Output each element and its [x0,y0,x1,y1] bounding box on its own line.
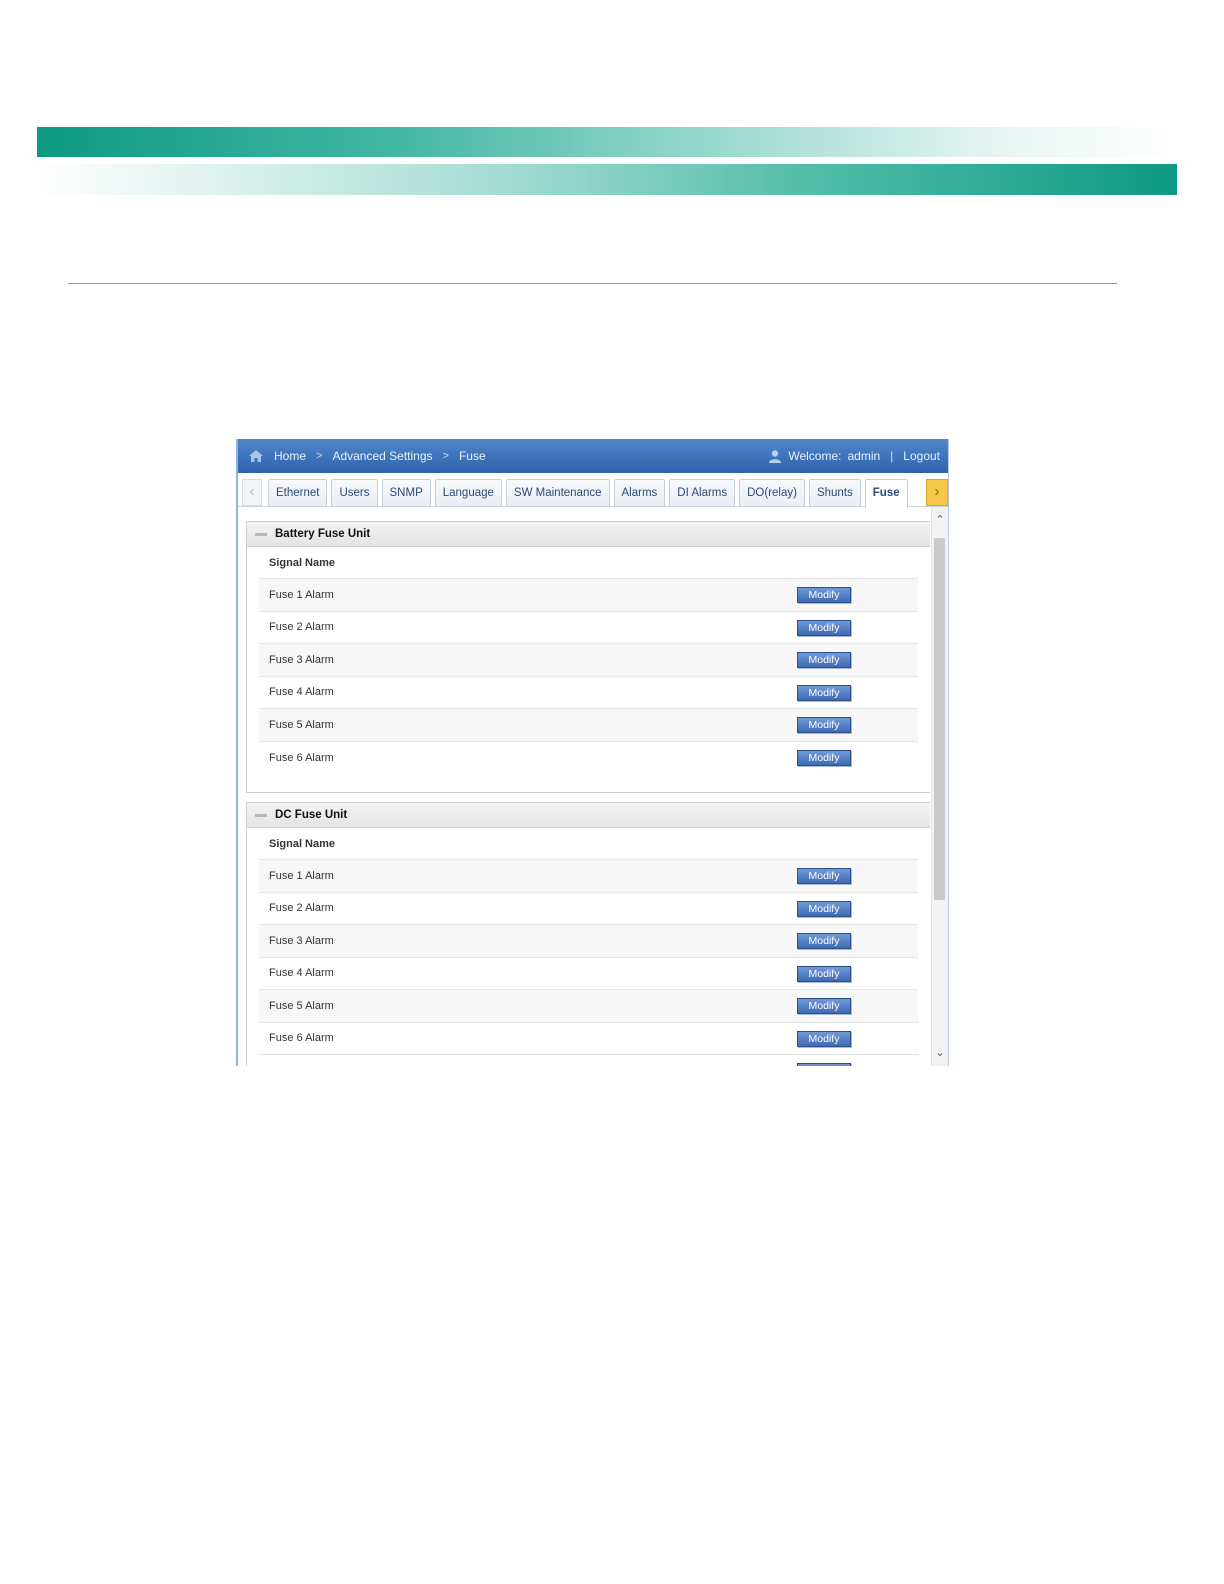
user-area: Welcome: admin | Logout [768,449,940,463]
tab-ethernet[interactable]: Ethernet [268,479,328,506]
web-ui-screenshot: Home > Advanced Settings > Fuse Welcome:… [236,439,949,1066]
modify-button[interactable]: Modify [797,717,851,733]
panel-title: DC Fuse Unit [275,809,348,821]
modify-button[interactable]: Modify [797,587,851,603]
header-band-top [37,127,1177,157]
tab-bar: ‹ Ethernet Users SNMP Language SW Mainte… [238,473,948,508]
top-navigation-bar: Home > Advanced Settings > Fuse Welcome:… [238,439,948,473]
header-band-bottom [37,164,1177,195]
modify-button[interactable]: Modify [797,900,851,917]
signal-name: Fuse 2 Alarm [269,621,334,634]
tab-users[interactable]: Users [331,479,378,506]
table-row: Fuse 6 Alarm Modify [259,742,918,775]
content-area: Battery Fuse Unit Signal Name Fuse 1 Ala… [238,507,930,1066]
breadcrumb-home[interactable]: Home [274,449,306,463]
panel-header[interactable]: DC Fuse Unit [247,803,930,828]
table-row: Fuse 6 Alarm Modify [259,1023,918,1055]
modify-button[interactable]: Modify [797,1063,851,1066]
username: admin [847,449,881,463]
table-row: Fuse 2 Alarm Modify [259,612,918,644]
signal-name: Fuse 6 Alarm [269,1032,334,1045]
home-icon[interactable] [248,449,264,463]
vertical-scrollbar[interactable]: ⌃ ⌄ [931,507,948,1066]
modify-button[interactable]: Modify [797,868,851,884]
breadcrumb-separator-icon: > [316,450,323,462]
table-row-partial: Modify [259,1055,918,1066]
dc-fuse-unit-panel: DC Fuse Unit Signal Name Fuse 1 Alarm Mo… [246,802,930,1066]
column-header-signal-name: Signal Name [259,828,918,860]
modify-button[interactable]: Modify [797,998,851,1014]
welcome-label: Welcome: [788,449,842,463]
chevron-left-icon[interactable]: ‹ [242,479,262,506]
chevron-right-icon[interactable]: › [926,479,948,506]
tab-snmp[interactable]: SNMP [381,479,431,506]
table-row: Fuse 5 Alarm Modify [259,709,918,742]
table-row: Fuse 4 Alarm Modify [259,958,918,990]
logout-link[interactable]: Logout [903,449,940,463]
breadcrumb: Home > Advanced Settings > Fuse [248,449,486,463]
tab-di-alarms[interactable]: DI Alarms [669,479,736,506]
panel-header[interactable]: Battery Fuse Unit [247,522,930,547]
modify-button[interactable]: Modify [797,933,851,949]
user-separator: | [890,449,894,463]
collapse-icon[interactable] [255,813,267,817]
modify-button[interactable]: Modify [797,652,851,668]
modify-button[interactable]: Modify [797,749,851,766]
tab-alarms[interactable]: Alarms [613,479,666,506]
battery-fuse-unit-panel: Battery Fuse Unit Signal Name Fuse 1 Ala… [246,521,930,793]
table-row: Fuse 1 Alarm Modify [259,860,918,893]
table-row: Fuse 2 Alarm Modify [259,893,918,925]
tab-fuse[interactable]: Fuse [864,479,908,508]
tab-do-relay[interactable]: DO(relay) [739,479,805,506]
scrollbar-thumb[interactable] [934,538,945,900]
table-row: Fuse 3 Alarm Modify [259,644,918,677]
modify-button[interactable]: Modify [797,1030,851,1047]
chevron-up-icon[interactable]: ⌃ [932,511,948,529]
breadcrumb-advanced-settings[interactable]: Advanced Settings [332,449,432,463]
signal-name: Fuse 3 Alarm [269,653,334,666]
tab-sw-maintenance[interactable]: SW Maintenance [505,479,610,506]
signal-name: Fuse 4 Alarm [269,967,334,980]
table-row: Fuse 5 Alarm Modify [259,990,918,1023]
signal-name: Fuse 2 Alarm [269,902,334,915]
table-row: Fuse 4 Alarm Modify [259,677,918,709]
tab-language[interactable]: Language [434,479,502,506]
table-row: Fuse 1 Alarm Modify [259,579,918,612]
collapse-icon[interactable] [255,532,267,536]
signal-name: Fuse 3 Alarm [269,934,334,947]
signal-name: Fuse 6 Alarm [269,751,334,764]
settings-tabs: Ethernet Users SNMP Language SW Maintena… [268,479,908,508]
panel-title: Battery Fuse Unit [275,528,371,540]
tab-shunts[interactable]: Shunts [808,479,861,506]
modify-button[interactable]: Modify [797,965,851,982]
table-row: Fuse 3 Alarm Modify [259,925,918,958]
signal-name: Fuse 4 Alarm [269,686,334,699]
modify-button[interactable]: Modify [797,619,851,636]
breadcrumb-separator-icon: > [442,450,449,462]
chevron-down-icon[interactable]: ⌄ [932,1044,948,1062]
column-header-signal-name: Signal Name [259,547,918,579]
modify-button[interactable]: Modify [797,684,851,701]
user-icon [768,449,782,463]
document-divider [68,283,1117,284]
breadcrumb-current: Fuse [458,449,486,463]
signal-name: Fuse 5 Alarm [269,999,334,1012]
signal-name: Fuse 1 Alarm [269,588,334,601]
signal-name: Fuse 5 Alarm [269,718,334,731]
signal-name: Fuse 1 Alarm [269,869,334,882]
